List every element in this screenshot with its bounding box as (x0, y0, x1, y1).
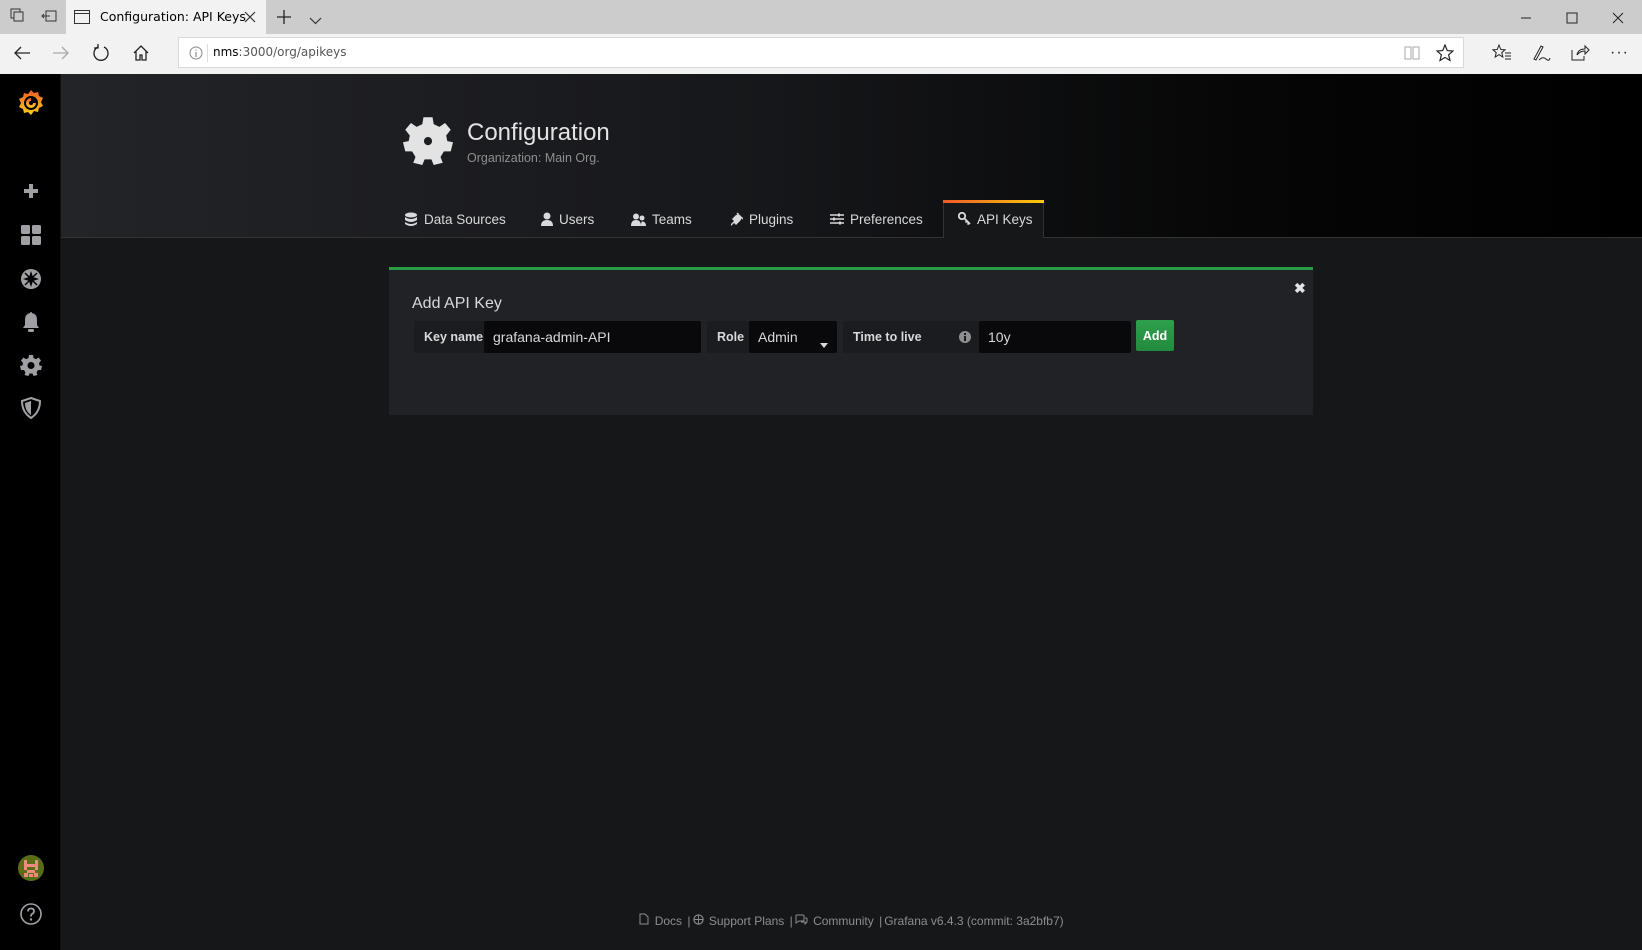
window-close-icon[interactable] (1612, 11, 1624, 29)
bell-icon[interactable] (16, 307, 46, 337)
grafana-logo-icon[interactable] (14, 86, 48, 120)
page-icon (74, 10, 90, 29)
tab-label: Teams (652, 211, 692, 227)
tab-label: API Keys (977, 211, 1033, 227)
set-aside-icon[interactable] (34, 2, 64, 32)
tab-label: Plugins (749, 211, 794, 227)
key-name-label: Key name (414, 321, 484, 353)
url-text[interactable]: nms:3000/org/apikeys (213, 45, 346, 59)
tab-preferences[interactable]: Preferences (830, 200, 923, 238)
ttl-input[interactable] (979, 321, 1131, 353)
footer-docs-link[interactable]: Docs (655, 914, 682, 928)
role-label: Role (707, 321, 749, 353)
refresh-icon[interactable] (92, 44, 110, 67)
avatar-icon[interactable] (18, 855, 44, 881)
ttl-label-text: Time to live (853, 330, 922, 344)
tab-label: Preferences (850, 211, 923, 227)
help-icon[interactable] (16, 899, 46, 929)
add-api-key-panel: Add API Key ✖ Key name Role Admin Time t… (389, 267, 1313, 415)
address-bar[interactable]: nms:3000/org/apikeys (178, 37, 1464, 68)
reading-view-icon[interactable] (1404, 46, 1420, 65)
docs-icon (639, 913, 649, 928)
close-tab-icon[interactable] (244, 10, 256, 28)
favorite-star-icon[interactable] (1435, 43, 1455, 67)
url-host: nms (213, 45, 239, 59)
users-icon (631, 213, 646, 226)
info-icon[interactable] (959, 331, 971, 346)
footer-separator: | (789, 914, 793, 928)
pen-icon[interactable] (1531, 44, 1551, 67)
database-icon (404, 212, 418, 227)
tab-users[interactable]: Users (541, 200, 594, 238)
comments-icon (795, 914, 808, 928)
tab-label: Users (559, 211, 595, 227)
chevron-down-icon (820, 335, 828, 351)
back-icon[interactable] (13, 45, 31, 66)
panel-title: Add API Key (412, 295, 502, 312)
forward-icon[interactable] (52, 45, 70, 66)
sliders-icon (830, 213, 844, 225)
add-button[interactable]: Add (1136, 320, 1174, 351)
url-divider (207, 44, 208, 62)
footer-community-link[interactable]: Community (813, 914, 874, 928)
tab-label: Data Sources (424, 211, 506, 227)
page-subtitle: Organization: Main Org. (467, 151, 600, 165)
dashboard-grid-icon[interactable] (16, 220, 46, 250)
footer-separator: | (879, 914, 883, 928)
page-title: Configuration (467, 119, 610, 146)
tab-list-chevron-icon[interactable] (309, 12, 322, 30)
new-tab-icon[interactable] (276, 9, 292, 30)
tab-teams[interactable]: Teams (631, 200, 692, 238)
browser-tab-active[interactable]: Configuration: API Keys (66, 0, 266, 34)
shield-icon[interactable] (16, 393, 46, 423)
browser-tab-title: Configuration: API Keys (100, 9, 246, 24)
sidebar (0, 74, 61, 950)
favorites-list-icon[interactable] (1491, 43, 1512, 67)
footer-separator: | (687, 914, 691, 928)
site-info-icon[interactable] (189, 46, 203, 65)
more-icon[interactable]: ··· (1610, 44, 1629, 62)
role-selected-value: Admin (758, 329, 798, 345)
tab-actions-icon[interactable] (2, 2, 32, 32)
key-name-input[interactable] (484, 321, 701, 353)
footer: Docs | Support Plans | Community | Grafan… (61, 913, 1642, 928)
globe-icon (692, 914, 704, 928)
close-icon[interactable]: ✖ (1294, 280, 1306, 297)
url-path: :3000/org/apikeys (238, 45, 347, 59)
tab-data-sources[interactable]: Data Sources (404, 200, 506, 238)
user-icon (541, 212, 553, 226)
maximize-icon[interactable] (1566, 11, 1578, 29)
plus-icon[interactable] (16, 176, 46, 206)
role-select[interactable]: Admin (749, 321, 837, 353)
tab-api-keys[interactable]: API Keys (943, 200, 1044, 238)
tab-plugins[interactable]: Plugins (729, 200, 793, 238)
browser-tab-strip: Configuration: API Keys (0, 0, 1642, 34)
compass-icon[interactable] (16, 264, 46, 294)
share-icon[interactable] (1570, 44, 1590, 67)
key-icon (958, 212, 971, 226)
page-header-gear-icon (403, 115, 453, 170)
gear-icon[interactable] (16, 350, 46, 380)
footer-support-link[interactable]: Support Plans (709, 914, 784, 928)
home-icon[interactable] (132, 44, 150, 67)
minimize-icon[interactable] (1520, 11, 1532, 29)
footer-version: Grafana v6.4.3 (commit: 3a2bfb7) (884, 914, 1064, 928)
plug-icon (729, 212, 743, 226)
ttl-label: Time to live (843, 321, 979, 353)
